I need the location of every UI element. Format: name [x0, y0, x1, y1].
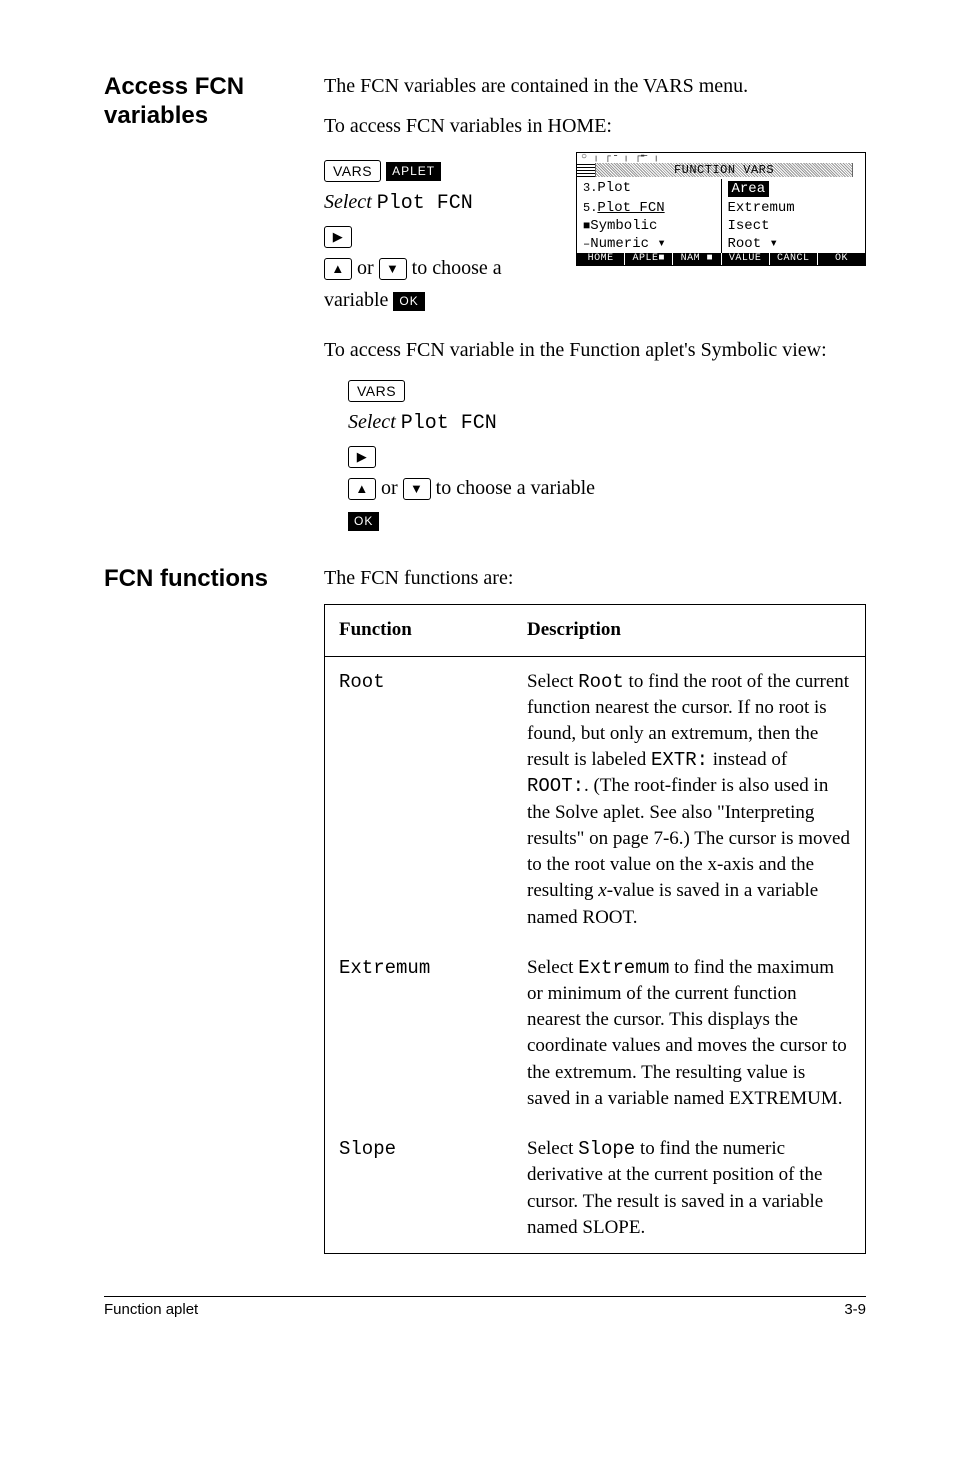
select-value-2: Plot FCN [401, 412, 497, 435]
screen-r1: Extremum [728, 200, 795, 216]
key-up: ▲ [324, 258, 352, 280]
fcn-functions-table: Function Description Root Select Root to… [324, 604, 866, 1254]
steps-symbolic: VARS Select Plot FCN ▶ ▲ or ▼ to choose … [348, 376, 866, 534]
screen-r3: Root ▾ [728, 236, 778, 252]
intro-1: The FCN variables are contained in the V… [324, 72, 866, 100]
screen-softkeys: HOME APLE■ NAM ■ VALUE CANCL OK [577, 253, 865, 265]
footer-page-number: 3-9 [844, 1301, 866, 1318]
th-function: Function [325, 605, 514, 657]
screen-title: FUNCTION VARS [596, 163, 852, 177]
intro-3: To access FCN variable in the Function a… [324, 336, 866, 364]
or-text-2: or [376, 477, 403, 499]
key-up-2: ▲ [348, 478, 376, 500]
heading-fcn-functions: FCN functions [104, 564, 324, 593]
desc-extremum: Select Extremum to find the maximum or m… [513, 943, 866, 1124]
key-down-2: ▼ [403, 478, 431, 500]
select-value: Plot FCN [377, 192, 473, 215]
screen-l0: Plot [597, 180, 631, 196]
key-down: ▼ [379, 258, 407, 280]
steps-home: VARS APLET Select Plot FCN ▶ ▲ or ▼ to c… [324, 152, 558, 318]
screen-r2: Isect [728, 218, 770, 234]
select-label: Select [324, 191, 372, 213]
intro-2: To access FCN variables in HOME: [324, 112, 866, 140]
screen-top-markers: ○ ╷ ┌╶ ╷ ┌╾ ╷ [577, 153, 865, 163]
fn-root: Root [325, 656, 514, 943]
softkey-ok-1: OK [393, 292, 424, 311]
screen-l2: Symbolic [590, 218, 657, 234]
screen-l3: Numeric ▾ [590, 236, 666, 252]
fn-slope: Slope [325, 1124, 514, 1253]
desc-root: Select Root to find the root of the curr… [513, 656, 866, 943]
key-right: ▶ [324, 226, 352, 248]
heading-access-fcn: Access FCN variables [104, 72, 324, 131]
screen-r0: Area [728, 181, 770, 197]
choose-text: to choose a [407, 257, 502, 279]
footer-left: Function aplet [104, 1301, 198, 1318]
variable-word: variable [324, 289, 393, 311]
calculator-screen: ○ ╷ ┌╶ ╷ ┌╾ ╷ FUNCTION VARS 3.Plot Area [576, 152, 866, 266]
key-vars: VARS [324, 160, 381, 182]
desc-slope: Select Slope to find the numeric derivat… [513, 1124, 866, 1253]
choose-text-2: to choose a variable [431, 477, 595, 499]
key-right-2: ▶ [348, 446, 376, 468]
fn-extremum: Extremum [325, 943, 514, 1124]
key-vars-2: VARS [348, 380, 405, 402]
or-text: or [352, 257, 379, 279]
select-label-2: Select [348, 411, 396, 433]
th-description: Description [513, 605, 866, 657]
softkey-ok-2: OK [348, 512, 379, 531]
screen-l1: Plot FCN [597, 200, 664, 216]
softkey-aplet: APLET [386, 162, 441, 181]
fcn-intro: The FCN functions are: [324, 564, 866, 592]
